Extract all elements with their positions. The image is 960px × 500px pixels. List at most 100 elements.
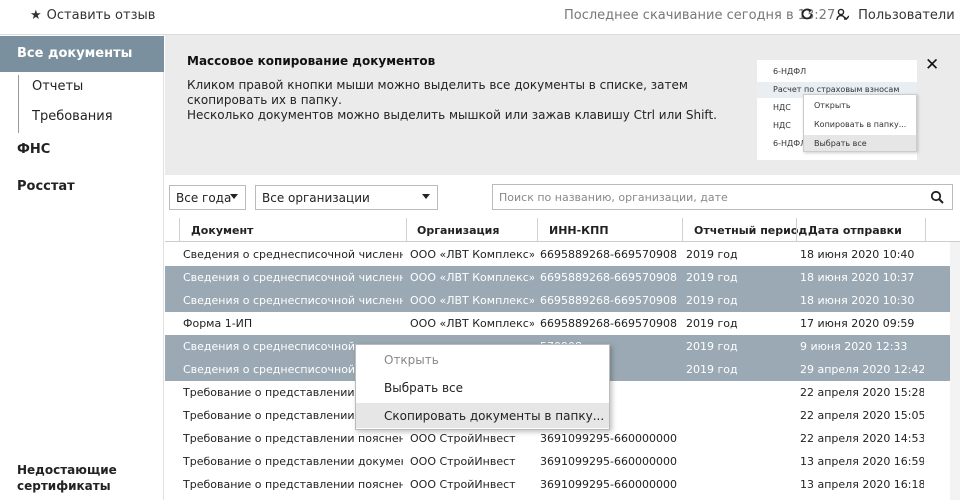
info-banner: Массовое копирование документов Кликом п…	[165, 35, 960, 175]
sidebar-item-reports[interactable]: Отчеты	[32, 79, 83, 94]
context-menu-select-all[interactable]: Выбрать все	[356, 375, 609, 400]
table-scrollbar[interactable]	[950, 242, 960, 500]
users-button[interactable]: Пользователи	[836, 8, 955, 23]
cell-sent-date: 22 апреля 2020 15:28	[800, 386, 924, 399]
thumb-context-menu: Открыть Копировать в папку... Выбрать вс…	[803, 94, 917, 152]
cell-document: Требование о представлении документов...	[183, 455, 403, 468]
cell-organization: ООО СтройИнвест	[410, 478, 516, 491]
cell-sent-date: 18 июня 2020 10:37	[800, 271, 915, 284]
cell-inn-kpp: 6695889268-669570908	[540, 271, 677, 284]
banner-line-2: Несколько документов можно выделить мышк…	[187, 108, 717, 122]
users-label: Пользователи	[858, 8, 955, 23]
column-header-organization[interactable]: Организация	[417, 224, 499, 237]
column-divider	[179, 218, 180, 242]
banner-text: Кликом правой кнопки мыши можно выделить…	[187, 78, 742, 123]
thumb-menu-item: Копировать в папку...	[814, 120, 907, 129]
year-filter[interactable]: Все года	[169, 185, 246, 210]
cell-period: 2019 год	[686, 363, 738, 376]
banner-line-1: Кликом правой кнопки мыши можно выделить…	[187, 78, 688, 107]
cell-organization: ООО «ЛВТ Комплекс»	[410, 271, 534, 284]
search-box	[492, 184, 953, 210]
cell-document: Сведения о среднесписочной численности	[183, 248, 403, 261]
cell-organization: ООО «ЛВТ Комплекс»	[410, 248, 534, 261]
chevron-down-icon	[230, 194, 238, 199]
close-icon[interactable]: ✕	[925, 55, 939, 75]
table-row[interactable]: Сведения о среднесписочной численности ОО…	[165, 243, 950, 266]
sidebar-item-rosstat[interactable]: Росстат	[17, 179, 75, 194]
column-divider	[406, 218, 407, 242]
cell-sent-date: 13 апреля 2020 16:59	[800, 455, 924, 468]
organization-filter[interactable]: Все организации	[255, 185, 438, 210]
cell-sent-date: 17 июня 2020 09:59	[800, 317, 915, 330]
search-input[interactable]	[499, 189, 909, 205]
thumb-item: НДС	[773, 121, 791, 130]
table-row[interactable]: Требование о представлении документов...…	[165, 450, 950, 473]
cell-period: 2019 год	[686, 340, 738, 353]
top-bar: ★ Оставить отзыв Последнее скачивание сег…	[0, 0, 960, 35]
cell-document: Форма 1-ИП	[183, 317, 253, 330]
cell-sent-date: 29 апреля 2020 12:42	[800, 363, 924, 376]
cell-document: Сведения о среднесписочной численности	[183, 271, 403, 284]
sidebar: Все документы Отчеты Требования ФНС Росс…	[0, 35, 164, 500]
column-header-inn-kpp[interactable]: ИНН-КПП	[549, 224, 609, 237]
cell-sent-date: 22 апреля 2020 15:05	[800, 409, 924, 422]
cell-sent-date: 13 апреля 2020 16:18	[800, 478, 924, 491]
cell-inn-kpp: 3691099295-660000000	[540, 478, 677, 491]
column-header-document[interactable]: Документ	[191, 224, 253, 237]
cell-document: Требование о представлении пояснений и..…	[183, 478, 403, 491]
thumb-item: Расчет по страховым взносам	[773, 85, 900, 94]
thumb-menu-item: Выбрать все	[814, 139, 867, 148]
table-row[interactable]: Требование о представлении пояснений и..…	[165, 427, 950, 450]
cell-inn-kpp: 3691099295-660000000	[540, 432, 677, 445]
table-row[interactable]: Сведения о среднесписочной численности ОО…	[165, 289, 950, 312]
banner-illustration: 6-НДФЛ Расчет по страховым взносам НДС Н…	[757, 60, 917, 160]
table-row[interactable]: Требование о представлении пояснений и..…	[165, 473, 950, 496]
thumb-item: 6-НДФЛ	[773, 67, 807, 76]
cell-sent-date: 9 июня 2020 12:33	[800, 340, 908, 353]
context-menu-copy-to-folder[interactable]: Скопировать документы в папку...	[356, 403, 609, 428]
cell-organization: ООО «ЛВТ Комплекс»	[410, 317, 534, 330]
cell-document: Требование о представлении пояснений и..…	[183, 432, 403, 445]
cell-inn-kpp: 6695889268-669570908	[540, 248, 677, 261]
year-filter-value: Все года	[176, 191, 232, 205]
sidebar-item-fns[interactable]: ФНС	[17, 142, 50, 157]
column-divider	[537, 218, 538, 242]
thumb-menu-item: Открыть	[814, 101, 851, 110]
sidebar-item-missing-certificates[interactable]: Недостающие сертификаты	[17, 462, 147, 494]
column-header-sent-date[interactable]: Дата отправки	[808, 224, 902, 237]
table-header: Документ Организация ИНН-КПП Отчетный пе…	[165, 218, 960, 242]
cell-period: 2019 год	[686, 294, 738, 307]
cell-period: 2019 год	[686, 317, 738, 330]
table-row[interactable]: Форма 1-ИП ООО «ЛВТ Комплекс» 6695889268-6…	[165, 312, 950, 335]
table-row[interactable]: Сведения о среднесписочной численности ОО…	[165, 266, 950, 289]
cell-inn-kpp: 6695889268-669570908	[540, 294, 677, 307]
sidebar-item-requirements[interactable]: Требования	[32, 109, 113, 124]
feedback-button[interactable]: ★ Оставить отзыв	[30, 8, 155, 23]
context-menu-open[interactable]: Открыть	[356, 347, 609, 372]
search-icon[interactable]	[930, 187, 944, 211]
star-icon: ★	[30, 8, 42, 23]
cell-period: 2019 год	[686, 271, 738, 284]
thumb-item: 6-НДФЛ	[773, 139, 807, 148]
cell-sent-date: 18 июня 2020 10:40	[800, 248, 915, 261]
column-header-period[interactable]: Отчетный период	[694, 224, 807, 237]
cell-sent-date: 22 апреля 2020 14:53	[800, 432, 924, 445]
column-divider	[796, 218, 797, 242]
cell-organization: ООО СтройИнвест	[410, 432, 516, 445]
organization-filter-value: Все организации	[262, 191, 370, 205]
cell-organization: ООО СтройИнвест	[410, 455, 516, 468]
cell-organization: ООО «ЛВТ Комплекс»	[410, 294, 534, 307]
banner-title: Массовое копирование документов	[187, 54, 436, 68]
chevron-down-icon	[422, 194, 430, 199]
sidebar-item-all-documents[interactable]: Все документы	[0, 36, 164, 72]
refresh-icon[interactable]	[800, 7, 814, 25]
feedback-label: Оставить отзыв	[46, 8, 156, 23]
thumb-item: НДС	[773, 103, 791, 112]
cell-document: Сведения о среднесписочной численности	[183, 294, 403, 307]
last-download-status: Последнее скачивание сегодня в 13:27	[564, 8, 836, 23]
cell-period: 2019 год	[686, 248, 738, 261]
cell-inn-kpp: 6695889268-669570908	[540, 317, 677, 330]
column-divider	[925, 218, 926, 242]
context-menu: Открыть Выбрать все Скопировать документ…	[355, 344, 610, 430]
cell-inn-kpp: 3691099295-660000000	[540, 455, 677, 468]
